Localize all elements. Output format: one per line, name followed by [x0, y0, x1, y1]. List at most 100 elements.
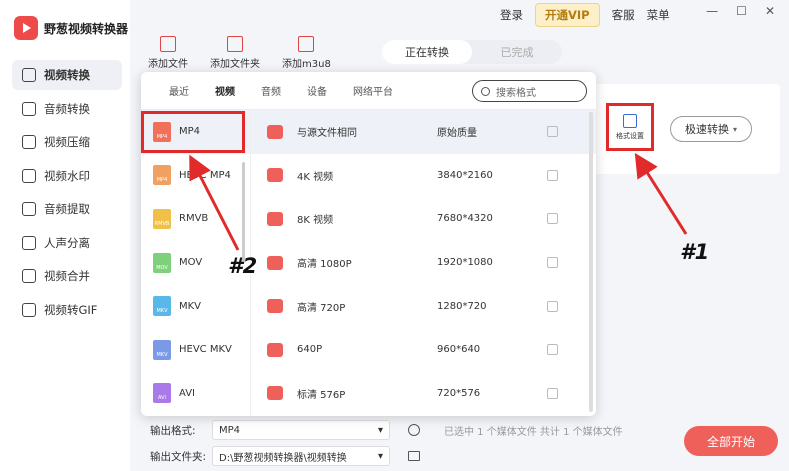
- format-item-avi[interactable]: AVI AVI: [141, 372, 250, 416]
- add-m3u8-button[interactable]: 添加m3u8: [282, 36, 331, 70]
- edit-icon[interactable]: [547, 126, 558, 138]
- edit-icon[interactable]: [547, 300, 558, 312]
- output-format-label: 输出格式:: [150, 424, 196, 437]
- top-bar: 登录 开通VIP 客服 菜单: [500, 3, 670, 27]
- hevc-mkv-file-icon: MKV: [153, 339, 171, 360]
- tab-video[interactable]: 视频: [215, 83, 235, 98]
- service-link[interactable]: 客服: [612, 7, 635, 23]
- add-folder-label: 添加文件夹: [210, 59, 260, 70]
- mkv-file-icon: MKV: [153, 296, 171, 317]
- close-icon[interactable]: ✕: [765, 4, 775, 18]
- gif-icon: [22, 302, 36, 317]
- format-item-hevc-mp4[interactable]: MP4 HEVC MP4: [141, 154, 250, 198]
- add-folder-button[interactable]: 添加文件夹: [210, 36, 260, 70]
- resolution-row[interactable]: 高清 1080P 1920*1080: [251, 241, 596, 285]
- resolution-list-scrollbar[interactable]: [589, 112, 593, 412]
- minimize-icon[interactable]: —: [706, 4, 718, 18]
- tab-device[interactable]: 设备: [307, 83, 327, 98]
- maximize-icon[interactable]: ☐: [736, 4, 747, 18]
- resolution-list: 与源文件相同 原始质量 4K 视频 3840*2160 8K 视频 7680*4320…: [251, 110, 596, 416]
- tab-audio[interactable]: 音频: [261, 83, 281, 98]
- format-item-mkv[interactable]: MKV MKV: [141, 284, 250, 328]
- gear-icon[interactable]: [408, 424, 420, 436]
- sidebar-item-video-merge[interactable]: 视频合并: [12, 261, 122, 291]
- person-icon: [22, 235, 36, 250]
- mp4-highlight-box: [141, 111, 245, 153]
- resolution-name: 8K 视频: [297, 215, 334, 227]
- output-format-select[interactable]: MP4 ▾: [212, 420, 390, 440]
- video-play-icon: [267, 168, 283, 183]
- sidebar-item-audio-extract[interactable]: 音频提取: [12, 194, 122, 224]
- rmvb-file-icon: RMVB: [153, 208, 171, 229]
- compress-icon: [22, 135, 36, 149]
- app-logo: 野葱视频转换器: [14, 16, 128, 40]
- extract-icon: [22, 202, 36, 216]
- video-play-icon: [267, 342, 283, 357]
- format-search-input[interactable]: 搜索格式: [472, 80, 587, 102]
- output-folder-row: 输出文件夹: D:\野葱视频转换器\视频转换 ▾: [150, 446, 420, 466]
- sidebar-item-label: 音频转换: [44, 101, 90, 116]
- sidebar-item-label: 视频合并: [44, 269, 90, 283]
- format-settings-button[interactable]: 格式设置: [606, 103, 654, 151]
- add-m3u8-label: 添加m3u8: [282, 59, 331, 70]
- folder-icon[interactable]: [408, 451, 420, 461]
- resolution-row[interactable]: 640P 960*640: [251, 328, 596, 372]
- format-name: AVI: [179, 387, 195, 399]
- settings-doc-icon: [623, 113, 637, 128]
- resolution-row[interactable]: 4K 视频 3840*2160: [251, 154, 596, 198]
- sidebar-item-video-watermark[interactable]: 视频水印: [12, 161, 122, 191]
- resolution-row[interactable]: 8K 视频 7680*4320: [251, 197, 596, 241]
- resolution-row[interactable]: 高清 720P 1280*720: [251, 284, 596, 328]
- file-count-status: 已选中 1 个媒体文件 共计 1 个媒体文件: [444, 427, 623, 438]
- login-link[interactable]: 登录: [500, 7, 523, 23]
- format-list-scrollbar[interactable]: [242, 162, 245, 262]
- tab-network-platform[interactable]: 网络平台: [353, 83, 393, 98]
- add-file-button[interactable]: 添加文件: [148, 36, 188, 70]
- main-toolbar: 添加文件 添加文件夹 添加m3u8: [148, 36, 331, 70]
- video-play-icon: [267, 124, 283, 139]
- chevron-down-icon: ▾: [377, 450, 383, 462]
- add-folder-icon: [227, 36, 243, 52]
- menu-link[interactable]: 菜单: [647, 7, 670, 23]
- start-all-button[interactable]: 全部开始: [684, 426, 778, 456]
- sidebar-item-vocal-separate[interactable]: 人声分离: [12, 228, 122, 258]
- tab-recent[interactable]: 最近: [169, 83, 189, 98]
- tab-done[interactable]: 已完成: [472, 40, 562, 64]
- sidebar-item-audio-convert[interactable]: 音频转换: [12, 94, 122, 124]
- annotation-label-2: #2: [228, 254, 258, 278]
- app-name: 野葱视频转换器: [44, 21, 129, 36]
- resolution-row[interactable]: 与源文件相同 原始质量: [251, 110, 596, 154]
- video-play-icon: [267, 211, 283, 226]
- resolution-size: 1280*720: [437, 300, 487, 312]
- sidebar-item-video-to-gif[interactable]: 视频转GIF: [12, 295, 122, 325]
- video-play-icon: [267, 255, 283, 270]
- resolution-size: 3840*2160: [437, 169, 493, 181]
- sidebar-nav: 视频转换 音频转换 视频压缩 视频水印 音频提取 人声分离 视频合并 视频转GI…: [12, 60, 122, 328]
- sidebar: 野葱视频转换器 视频转换 音频转换 视频压缩 视频水印 音频提取 人声分离 视频…: [0, 0, 130, 471]
- format-settings-label: 格式设置: [616, 131, 644, 140]
- add-file-label: 添加文件: [148, 59, 188, 70]
- output-folder-value: D:\野葱视频转换器\视频转换: [219, 452, 347, 464]
- sidebar-item-video-convert[interactable]: 视频转换: [12, 60, 122, 90]
- format-item-hevc-mkv[interactable]: MKV HEVC MKV: [141, 328, 250, 372]
- format-item-rmvb[interactable]: RMVB RMVB: [141, 197, 250, 241]
- edit-icon[interactable]: [547, 169, 558, 181]
- search-placeholder: 搜索格式: [496, 87, 536, 99]
- edit-icon[interactable]: [547, 213, 558, 225]
- sidebar-item-label: 音频提取: [44, 202, 90, 216]
- resolution-row[interactable]: 标清 576P 720*576: [251, 372, 596, 416]
- resolution-size: 960*640: [437, 344, 481, 356]
- vip-button[interactable]: 开通VIP: [535, 3, 600, 27]
- edit-icon[interactable]: [547, 257, 558, 269]
- fast-convert-button[interactable]: 极速转换 ▾: [670, 116, 752, 142]
- edit-icon[interactable]: [547, 344, 558, 356]
- edit-icon[interactable]: [547, 387, 558, 399]
- output-folder-select[interactable]: D:\野葱视频转换器\视频转换 ▾: [212, 446, 390, 466]
- resolution-name: 高清 720P: [297, 302, 346, 314]
- tab-converting[interactable]: 正在转换: [382, 40, 472, 64]
- resolution-name: 与源文件相同: [297, 128, 357, 140]
- annotation-label-1: #1: [680, 240, 710, 264]
- format-name: MKV: [179, 300, 202, 312]
- sidebar-item-video-compress[interactable]: 视频压缩: [12, 127, 122, 157]
- status-segmented-control: 正在转换 已完成: [382, 40, 562, 64]
